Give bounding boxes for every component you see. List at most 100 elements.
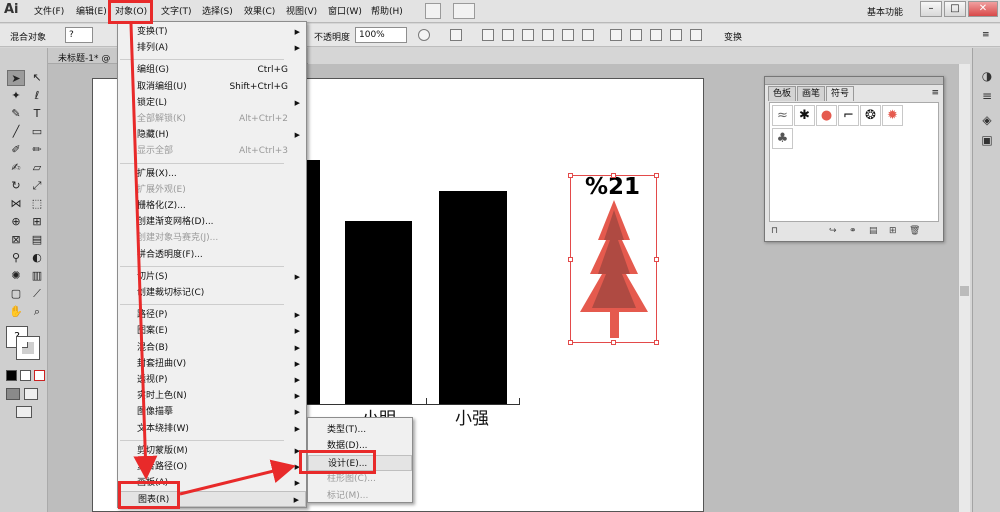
- align-top-icon[interactable]: [542, 29, 554, 41]
- fill-stroke-icon[interactable]: ?: [6, 326, 40, 360]
- distribute-bottom-icon[interactable]: [650, 29, 662, 41]
- recolor-icon[interactable]: [418, 29, 430, 41]
- none-mode-icon[interactable]: [34, 370, 45, 381]
- menu-item[interactable]: 扩展(X)...: [118, 166, 306, 182]
- distribute-vcenter-icon[interactable]: [630, 29, 642, 41]
- perspective-grid-tool-icon[interactable]: ⊞: [28, 214, 46, 230]
- draw-normal-icon[interactable]: [6, 388, 20, 400]
- menu-item[interactable]: 创建裁切标记(C): [118, 285, 306, 301]
- free-transform-tool-icon[interactable]: ⬚: [28, 196, 46, 212]
- close-icon[interactable]: ✕: [968, 1, 998, 17]
- scroll-thumb[interactable]: [960, 286, 969, 296]
- gradient-tool-icon[interactable]: ▤: [28, 232, 46, 248]
- menu-item[interactable]: 混合(B) ▶: [118, 340, 306, 356]
- menu-item[interactable]: 隐藏(H) ▶: [118, 127, 306, 143]
- lasso-tool-icon[interactable]: ℓ: [28, 88, 46, 104]
- distribute-right-icon[interactable]: [690, 29, 702, 41]
- symbol-library-icon[interactable]: ⊓: [771, 226, 781, 236]
- selection-tool-icon[interactable]: ➤: [7, 70, 25, 86]
- menu-item[interactable]: 排列(A) ▶: [118, 40, 306, 56]
- panel-grip[interactable]: [765, 77, 943, 85]
- new-symbol-icon[interactable]: ⊞: [889, 226, 899, 236]
- rotate-tool-icon[interactable]: ↻: [7, 178, 25, 194]
- panel-menu-icon[interactable]: ≡: [931, 88, 939, 98]
- menu-item[interactable]: 创建渐变网格(D)...: [118, 214, 306, 230]
- resize-handle[interactable]: [568, 257, 573, 262]
- menu-item[interactable]: 复合路径(O) ▶: [118, 459, 306, 475]
- maximize-icon[interactable]: □: [944, 1, 966, 17]
- scale-tool-icon[interactable]: ⤢: [28, 178, 46, 194]
- menu-item[interactable]: 类型(T)...: [308, 422, 412, 438]
- resize-handle[interactable]: [654, 173, 659, 178]
- menu-item[interactable]: 封套扭曲(V) ▶: [118, 356, 306, 372]
- break-link-icon[interactable]: ⚭: [849, 226, 859, 236]
- pencil-tool-icon[interactable]: ✏: [28, 142, 46, 158]
- menu-edit[interactable]: 编辑(E): [76, 5, 107, 19]
- menu-item[interactable]: 拼合透明度(F)...: [118, 247, 306, 263]
- menu-item[interactable]: 锁定(L) ▶: [118, 95, 306, 111]
- menu-view[interactable]: 视图(V): [286, 5, 317, 19]
- line-tool-icon[interactable]: ╱: [7, 124, 25, 140]
- align-bottom-icon[interactable]: [582, 29, 594, 41]
- draw-behind-icon[interactable]: [24, 388, 38, 400]
- distribute-left-icon[interactable]: [670, 29, 682, 41]
- symbol-swatch[interactable]: ⌐: [838, 105, 859, 126]
- delete-symbol-icon[interactable]: 🗑: [909, 226, 920, 236]
- width-tool-icon[interactable]: ⋈: [7, 196, 25, 212]
- panel-menu-icon[interactable]: ≡: [982, 30, 990, 40]
- blend-tool-icon[interactable]: ◐: [28, 250, 46, 266]
- fill-swatch[interactable]: ?: [65, 27, 93, 43]
- menu-help[interactable]: 帮助(H): [371, 5, 403, 19]
- menu-item[interactable]: 透视(P) ▶: [118, 372, 306, 388]
- symbol-swatch-tree[interactable]: ♣: [772, 128, 793, 149]
- gradient-mode-icon[interactable]: [20, 370, 31, 381]
- align-right-icon[interactable]: [522, 29, 534, 41]
- menu-item[interactable]: 文本绕排(W) ▶: [118, 421, 306, 437]
- align-left-icon[interactable]: [482, 29, 494, 41]
- symbol-swatch[interactable]: ✹: [882, 105, 903, 126]
- menu-window[interactable]: 窗口(W): [328, 5, 362, 19]
- artboards-panel-icon[interactable]: ▣: [979, 132, 995, 148]
- tab-symbols[interactable]: 符号: [826, 86, 855, 101]
- hand-tool-icon[interactable]: ✋: [7, 304, 25, 320]
- align-hcenter-icon[interactable]: [502, 29, 514, 41]
- resize-handle[interactable]: [611, 173, 616, 178]
- pen-tool-icon[interactable]: ✎: [7, 106, 25, 122]
- direct-selection-tool-icon[interactable]: ↖: [28, 70, 46, 86]
- align-select-icon[interactable]: [450, 29, 462, 41]
- symbol-swatch[interactable]: ≈: [772, 105, 793, 126]
- align-vcenter-icon[interactable]: [562, 29, 574, 41]
- screen-mode-icon[interactable]: [16, 406, 32, 418]
- menu-type[interactable]: 文字(T): [161, 5, 192, 19]
- place-symbol-icon[interactable]: ↪: [829, 226, 839, 236]
- menu-item[interactable]: 切片(S) ▶: [118, 269, 306, 285]
- menu-item[interactable]: 栅格化(Z)...: [118, 198, 306, 214]
- menu-effect[interactable]: 效果(C): [244, 5, 275, 19]
- symbol-swatch[interactable]: ❂: [860, 105, 881, 126]
- distribute-top-icon[interactable]: [610, 29, 622, 41]
- resize-handle[interactable]: [568, 173, 573, 178]
- menu-item[interactable]: 图像描摹 ▶: [118, 404, 306, 420]
- menu-item[interactable]: 图案(E) ▶: [118, 323, 306, 339]
- shape-builder-tool-icon[interactable]: ⊕: [7, 214, 25, 230]
- menu-item[interactable]: 剪切蒙版(M) ▶: [118, 443, 306, 459]
- tab-swatches[interactable]: 色板: [768, 86, 797, 101]
- color-mode-icon[interactable]: [6, 370, 17, 381]
- minimize-icon[interactable]: –: [920, 1, 942, 17]
- blob-brush-tool-icon[interactable]: ✍: [7, 160, 25, 176]
- tab-brushes[interactable]: 画笔: [797, 86, 826, 101]
- vertical-scrollbar[interactable]: [958, 64, 970, 512]
- symbol-swatch[interactable]: ●: [816, 105, 837, 126]
- artboard-tool-icon[interactable]: ▢: [7, 286, 25, 302]
- symbol-swatch[interactable]: ✱: [794, 105, 815, 126]
- menu-item[interactable]: 编组(G) Ctrl+G: [118, 62, 306, 78]
- bridge-icon[interactable]: [425, 3, 441, 19]
- paintbrush-tool-icon[interactable]: ✐: [7, 142, 25, 158]
- resize-handle[interactable]: [568, 340, 573, 345]
- menu-item[interactable]: 变换(T) ▶: [118, 24, 306, 40]
- resize-handle[interactable]: [611, 340, 616, 345]
- transform-link[interactable]: 变换: [724, 30, 742, 43]
- eraser-tool-icon[interactable]: ▱: [28, 160, 46, 176]
- menu-select[interactable]: 选择(S): [202, 5, 233, 19]
- stroke-panel-icon[interactable]: ≡: [979, 88, 995, 104]
